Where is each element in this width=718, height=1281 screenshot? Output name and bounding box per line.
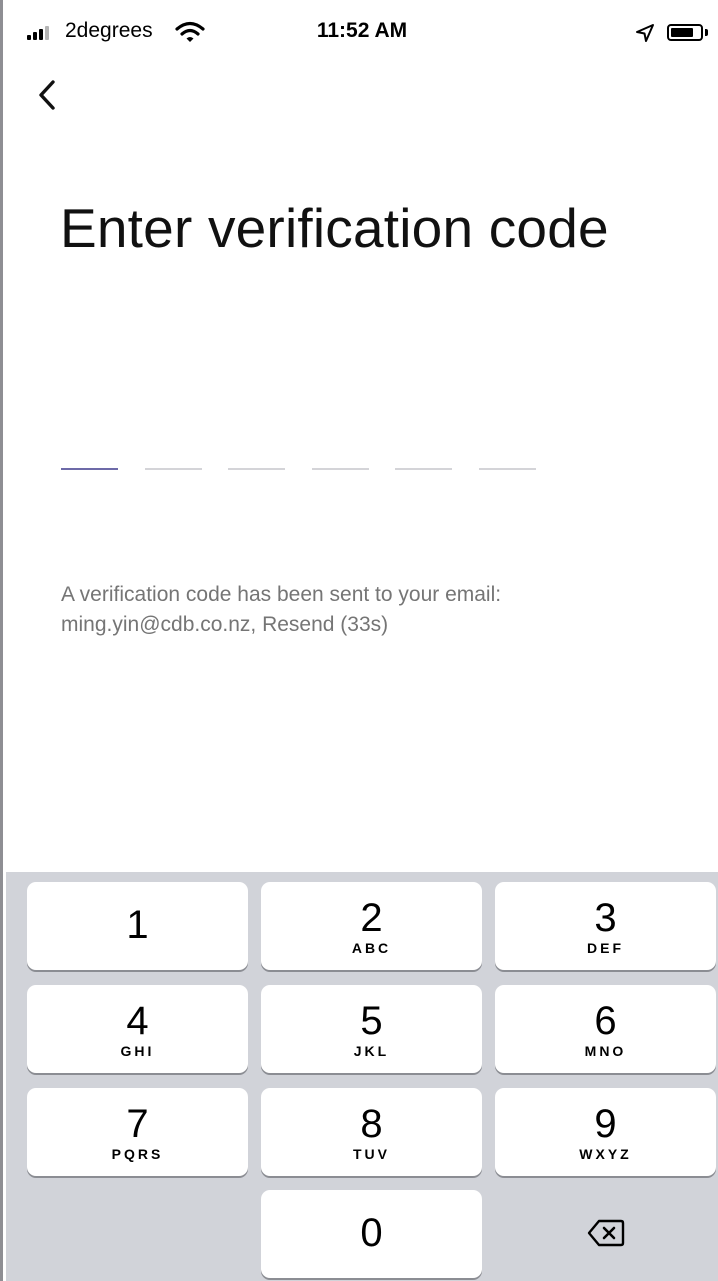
key-number: 3 xyxy=(594,896,617,940)
numeric-keypad: 1 2 ABC 3 DEF 4 GHI 5 JKL 6 MNO 7 PQRS 8… xyxy=(6,872,718,1281)
backspace-icon xyxy=(587,1219,625,1247)
key-letters: WXYZ xyxy=(579,1146,632,1162)
code-slot-underline xyxy=(61,468,118,470)
code-slot-underline xyxy=(395,468,452,470)
key-letters: PQRS xyxy=(111,1146,164,1162)
key-7[interactable]: 7 PQRS xyxy=(27,1088,248,1176)
status-bar: 2degrees 11:52 AM xyxy=(3,0,718,66)
key-letters: GHI xyxy=(120,1043,155,1059)
key-number: 2 xyxy=(360,896,383,940)
verification-info: A verification code has been sent to you… xyxy=(61,580,681,640)
key-number: 4 xyxy=(126,999,149,1043)
code-slot-4[interactable] xyxy=(312,444,369,484)
battery-tip xyxy=(705,29,708,36)
key-number: 1 xyxy=(126,903,149,947)
key-number: 0 xyxy=(360,1211,383,1255)
page-title: Enter verification code xyxy=(60,197,609,259)
key-letters: DEF xyxy=(587,940,624,956)
key-letters: MNO xyxy=(584,1043,627,1059)
delete-key[interactable] xyxy=(495,1190,716,1278)
key-letters: JKL xyxy=(353,1043,390,1059)
chevron-left-icon xyxy=(39,80,55,110)
code-slot-underline xyxy=(312,468,369,470)
key-3[interactable]: 3 DEF xyxy=(495,882,716,970)
code-slot-3[interactable] xyxy=(228,444,285,484)
code-slot-underline xyxy=(228,468,285,470)
key-number: 7 xyxy=(126,1102,149,1146)
key-letters: TUV xyxy=(353,1146,390,1162)
email-address: ming.yin@cdb.co.nz xyxy=(61,613,251,636)
separator: , xyxy=(250,613,263,636)
key-letters: ABC xyxy=(351,940,392,956)
code-slot-underline xyxy=(479,468,536,470)
key-number: 6 xyxy=(594,999,617,1043)
key-6[interactable]: 6 MNO xyxy=(495,985,716,1073)
location-arrow-icon xyxy=(636,24,654,42)
key-1[interactable]: 1 xyxy=(27,882,248,970)
code-slot-6[interactable] xyxy=(479,444,536,484)
verification-code-input[interactable] xyxy=(61,444,541,484)
key-5[interactable]: 5 JKL xyxy=(261,985,482,1073)
info-message: A verification code has been sent to you… xyxy=(61,583,502,606)
key-4[interactable]: 4 GHI xyxy=(27,985,248,1073)
key-number: 8 xyxy=(360,1102,383,1146)
code-slot-5[interactable] xyxy=(395,444,452,484)
code-slot-underline xyxy=(145,468,202,470)
status-time: 11:52 AM xyxy=(316,19,408,42)
back-button[interactable] xyxy=(31,70,75,120)
verification-screen: 2degrees 11:52 AM Enter verification cod… xyxy=(0,0,718,1281)
key-2[interactable]: 2 ABC xyxy=(261,882,482,970)
key-number: 9 xyxy=(594,1102,617,1146)
key-number: 5 xyxy=(360,999,383,1043)
resend-link[interactable]: Resend (33s) xyxy=(262,613,388,636)
code-slot-1[interactable] xyxy=(61,444,118,484)
code-slot-2[interactable] xyxy=(145,444,202,484)
battery-icon xyxy=(667,24,703,41)
key-9[interactable]: 9 WXYZ xyxy=(495,1088,716,1176)
key-0[interactable]: 0 xyxy=(261,1190,482,1278)
key-8[interactable]: 8 TUV xyxy=(261,1088,482,1176)
